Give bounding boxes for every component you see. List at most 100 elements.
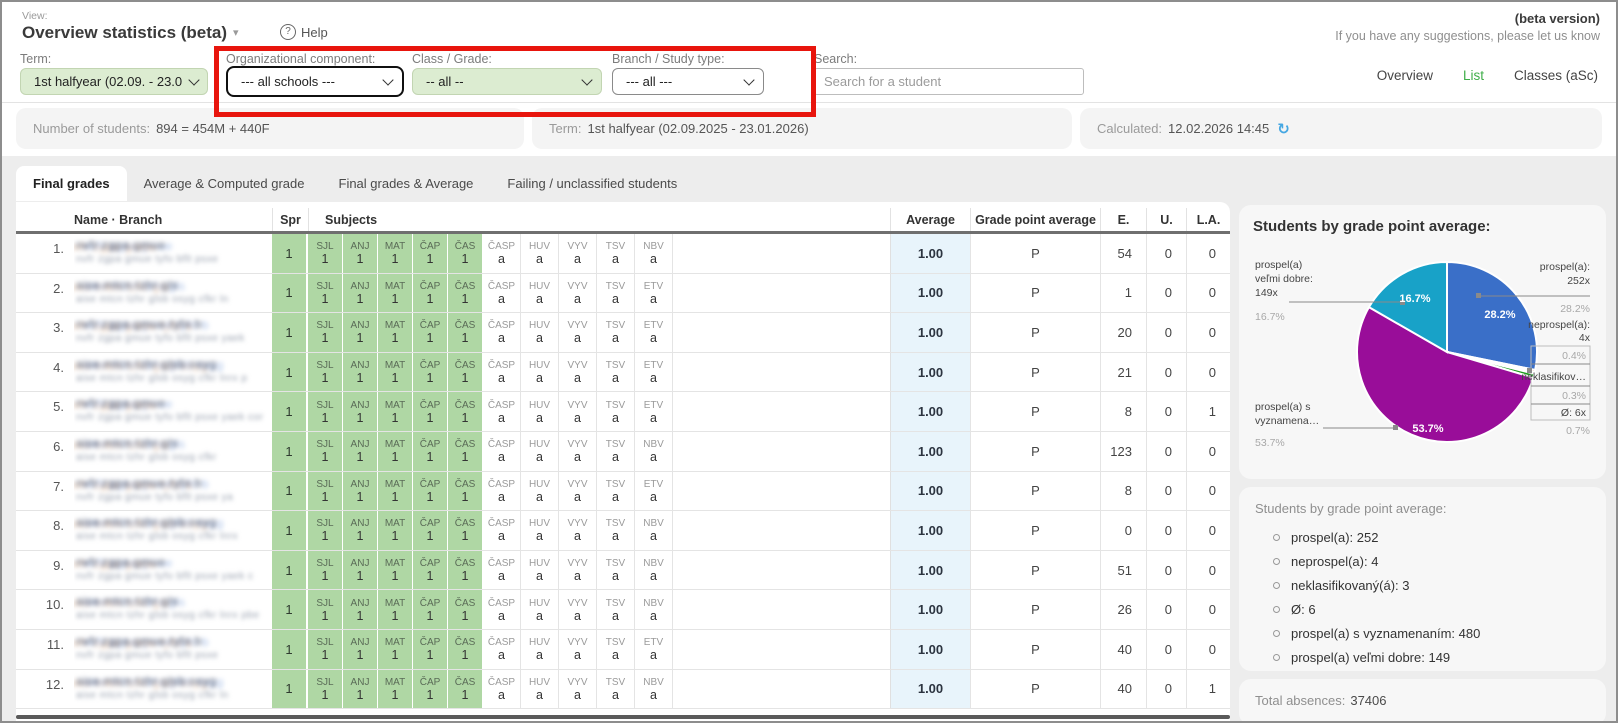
tab-bar: Final grades Average & Computed grade Fi… — [16, 166, 694, 201]
subject-grade-cell: ČASPa — [483, 630, 521, 669]
excused-absences-cell: 8 — [1100, 472, 1146, 511]
subject-grade: 1 — [427, 689, 434, 702]
redacted-name-line: nvfr zgpa gmue tyfo b — [76, 476, 270, 491]
subject-grade-cell: SJL1 — [308, 353, 343, 392]
bullet-icon — [1273, 654, 1280, 661]
subject-grade-cell: NBVa — [635, 551, 673, 590]
student-name-redacted: aise mtcn tzhr glsb osygaise mtcn tzhr g… — [74, 353, 272, 392]
late-arrivals-cell: 0 — [1186, 432, 1230, 471]
subject-code: TSV — [606, 597, 625, 610]
late-arrivals-cell: 0 — [1186, 511, 1230, 550]
subject-grade-cell: ČAP1 — [413, 274, 448, 313]
table-row[interactable]: 9.nvfr zgpa gmue nvfr zgpa gmue tyfo bfl… — [16, 551, 1230, 591]
term-select[interactable]: 1st halfyear (02.09. - 23.0 — [20, 68, 208, 95]
subject-grade-cell: HUVa — [521, 472, 559, 511]
subject-grade-cell: TSVa — [597, 551, 635, 590]
horizontal-scrollbar[interactable] — [16, 715, 1230, 719]
term-info-box: Term:1st halfyear (02.09.2025 - 23.01.20… — [532, 108, 1072, 149]
branch-study-type-select[interactable]: --- all --- — [612, 68, 764, 95]
subject-code: NBV — [643, 597, 664, 610]
subject-grade-cell: VYVa — [559, 432, 597, 471]
table-row[interactable]: 2.aise mtcn tzhr glsaise mtcn tzhr glsb … — [16, 274, 1230, 314]
legend-item: prospel(a) s vyznamenaním: 480 — [1255, 621, 1590, 645]
subject-grade: a — [650, 372, 657, 385]
student-name-redacted: nvfr zgpa gmue tyfo bnvfr zgpa gmue tyfo… — [74, 313, 272, 352]
subject-grade: 1 — [462, 570, 469, 583]
redacted-branch-line: nvfr zgpa gmue tyfo bflt psxe — [76, 649, 270, 662]
subject-grade: 1 — [322, 570, 329, 583]
excused-absences-cell: 1 — [1100, 274, 1146, 313]
legend-item: prospel(a) veľmi dobre: 149 — [1255, 645, 1590, 669]
average-cell: 1.00 — [890, 313, 970, 352]
subject-grade: 1 — [427, 253, 434, 266]
subject-grade-cell: ČASPa — [483, 392, 521, 431]
table-row[interactable]: 11.nvfr zgpa gmue tyfo bnvfr zgpa gmue t… — [16, 630, 1230, 670]
subject-code: HUV — [529, 280, 550, 293]
subject-code: TSV — [606, 478, 625, 491]
tab-final-grades[interactable]: Final grades — [16, 166, 127, 201]
pie-chart: prospel(a) veľmi dobre: 149x 16.7% prosp… — [1253, 240, 1592, 462]
table-row[interactable]: 8.aise mtcn tzhr glsb osygaise mtcn tzhr… — [16, 511, 1230, 551]
row-number: 3. — [16, 313, 74, 352]
callout-percent: 28.2% — [1560, 303, 1590, 315]
tab-final-grades-average[interactable]: Final grades & Average — [322, 166, 491, 201]
subject-code: VYV — [567, 676, 587, 689]
tab-failing-unclassified[interactable]: Failing / unclassified students — [490, 166, 694, 201]
table-row[interactable]: 3.nvfr zgpa gmue tyfo bnvfr zgpa gmue ty… — [16, 313, 1230, 353]
excused-absences-cell: 20 — [1100, 313, 1146, 352]
subject-code: VYV — [567, 597, 587, 610]
subject-grade: a — [536, 412, 543, 425]
table-row[interactable]: 1.nvfr zgpa gmue nvfr zgpa gmue tyfo bfl… — [16, 234, 1230, 274]
help-button[interactable]: ?Help — [280, 24, 328, 40]
student-name-redacted: aise mtcn tzhr glsaise mtcn tzhr glsb os… — [74, 590, 272, 629]
class-grade-select[interactable]: -- all -- — [412, 68, 602, 95]
redacted-branch-line: nvfr zgpa gmue tyfo bflt psxe ya — [76, 491, 270, 504]
subject-grade: 1 — [392, 253, 399, 266]
subject-grade-cell: ČAP1 — [413, 313, 448, 352]
subject-grade-cell: VYVa — [559, 511, 597, 550]
subject-grade: 1 — [392, 610, 399, 623]
refresh-icon[interactable]: ↻ — [1277, 120, 1290, 138]
subject-grade: a — [612, 451, 619, 464]
table-row[interactable]: 12.aise mtcn tzhr glsb osygaise mtcn tzh… — [16, 670, 1230, 710]
subject-code: ČAS — [455, 478, 476, 491]
subject-grade: 1 — [462, 332, 469, 345]
subject-grade: a — [612, 649, 619, 662]
subject-code: ČAP — [420, 399, 441, 412]
subject-grade: 1 — [357, 412, 364, 425]
org-component-select[interactable]: --- all schools --- — [226, 66, 404, 97]
search-input[interactable] — [814, 68, 1084, 95]
page-title[interactable]: Overview statistics (beta)▾ — [22, 23, 239, 43]
redacted-name-line: aise mtcn tzhr glsb osyg — [76, 674, 270, 689]
subject-grade: a — [574, 412, 581, 425]
subject-grade-cell: ANJ1 — [343, 590, 378, 629]
subject-code: HUV — [529, 399, 550, 412]
nav-overview[interactable]: Overview — [1377, 68, 1433, 83]
table-row[interactable]: 6.aise mtcn tzhr glsaise mtcn tzhr glsb … — [16, 432, 1230, 472]
subject-code: ČAS — [455, 399, 476, 412]
nav-list[interactable]: List — [1463, 68, 1484, 83]
table-row[interactable]: 4.aise mtcn tzhr glsb osygaise mtcn tzhr… — [16, 353, 1230, 393]
subject-grade-cell: HUVa — [521, 670, 559, 709]
unexcused-absences-cell: 0 — [1146, 590, 1186, 629]
col-header-subjects: Subjects — [308, 208, 890, 231]
subject-code: HUV — [529, 676, 550, 689]
subject-grade-cell: ČASPa — [483, 353, 521, 392]
callout-percent: 0.7% — [1566, 425, 1590, 437]
subject-code: ČAS — [455, 597, 476, 610]
subject-grade-cell: ČASPa — [483, 551, 521, 590]
redacted-name-line: aise mtcn tzhr glsb osyg — [76, 515, 270, 530]
bullet-icon — [1273, 630, 1280, 637]
table-row[interactable]: 10.aise mtcn tzhr glsaise mtcn tzhr glsb… — [16, 590, 1230, 630]
subject-grade: 1 — [322, 491, 329, 504]
nav-classes-asc[interactable]: Classes (aSc) — [1514, 68, 1598, 83]
table-row[interactable]: 5.nvfr zgpa gmue nvfr zgpa gmue tyfo bfl… — [16, 392, 1230, 432]
subject-grade: 1 — [427, 332, 434, 345]
subject-grade: 1 — [462, 293, 469, 306]
table-row[interactable]: 7.nvfr zgpa gmue tyfo bnvfr zgpa gmue ty… — [16, 472, 1230, 512]
subject-code: MAT — [385, 676, 405, 689]
unexcused-absences-cell: 0 — [1146, 551, 1186, 590]
subject-grade-cell: ANJ1 — [343, 274, 378, 313]
unexcused-absences-cell: 0 — [1146, 432, 1186, 471]
tab-average-computed-grade[interactable]: Average & Computed grade — [127, 166, 322, 201]
